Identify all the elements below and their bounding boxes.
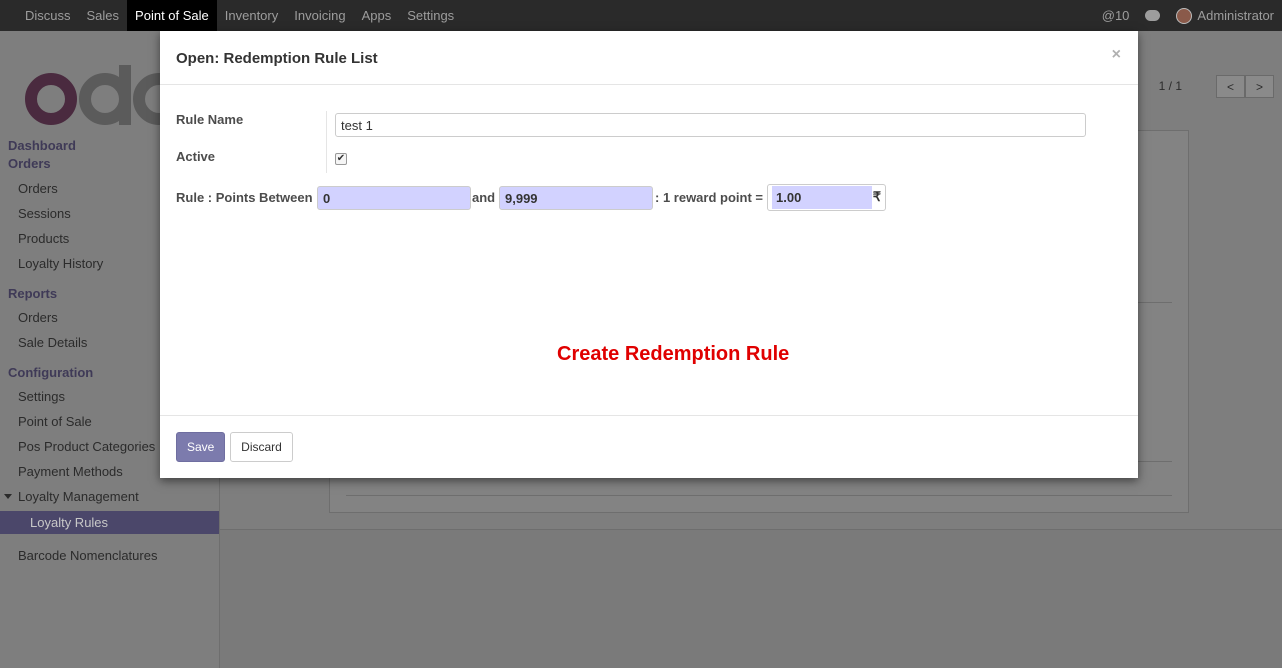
sidebar-item-pos-product-categories[interactable]: Pos Product Categories	[18, 439, 155, 454]
navbar-systray: @10 Administrator	[1086, 0, 1274, 31]
menu-inventory[interactable]: Inventory	[217, 0, 286, 31]
sidebar-item-settings[interactable]: Settings	[18, 389, 65, 404]
close-icon[interactable]: ×	[1112, 46, 1121, 64]
menu-invoicing[interactable]: Invoicing	[286, 0, 353, 31]
menu-apps[interactable]: Apps	[354, 0, 400, 31]
divider	[326, 111, 327, 173]
sidebar-item-sessions[interactable]: Sessions	[18, 206, 71, 221]
sidebar-section-configuration: Configuration	[8, 365, 94, 380]
sidebar-section-orders: Orders	[8, 156, 51, 171]
menu-settings[interactable]: Settings	[399, 0, 462, 31]
points-to-input[interactable]: 9,999	[499, 186, 653, 210]
currency-symbol: ₹	[872, 189, 881, 204]
mentions-counter[interactable]: @10	[1102, 8, 1130, 23]
reward-value-field[interactable]: 1.00 ₹	[767, 184, 886, 211]
avatar	[1176, 7, 1193, 24]
main-menu: Discuss Sales Point of Sale Inventory In…	[0, 0, 462, 31]
active-label: Active	[176, 149, 216, 164]
top-navbar: Discuss Sales Point of Sale Inventory In…	[0, 0, 1282, 31]
sidebar-item-loyalty-rules[interactable]: Loyalty Rules	[0, 511, 219, 534]
reward-point-label: : 1 reward point =	[655, 190, 763, 205]
sidebar-item-sale-details[interactable]: Sale Details	[18, 335, 87, 350]
pager-value: 1 / 1	[1158, 79, 1182, 93]
pager-prev-button[interactable]: <	[1216, 75, 1245, 98]
active-checkbox[interactable]: ✔	[335, 153, 347, 165]
sidebar-item-products[interactable]: Products	[18, 231, 69, 246]
chat-bubble-icon	[1145, 10, 1161, 21]
menu-discuss[interactable]: Discuss	[17, 0, 79, 31]
logo-d-stem	[119, 65, 131, 125]
menu-point-of-sale[interactable]: Point of Sale	[127, 0, 217, 31]
sidebar-item-barcode-nomenclatures[interactable]: Barcode Nomenclatures	[18, 548, 157, 563]
sidebar-item-point-of-sale[interactable]: Point of Sale	[18, 414, 92, 429]
sidebar-item-label: Loyalty Rules	[30, 515, 109, 530]
rule-name-input[interactable]: test 1	[335, 113, 1086, 137]
sidebar-item-loyalty-management[interactable]: Loyalty Management	[18, 489, 139, 504]
save-button[interactable]: Save	[176, 432, 225, 462]
pager-next-button[interactable]: >	[1245, 75, 1274, 98]
sidebar-item-orders[interactable]: Orders	[18, 181, 58, 196]
discard-button[interactable]: Discard	[230, 432, 293, 462]
divider	[346, 495, 1172, 496]
sidebar-dashboard[interactable]: Dashboard	[8, 138, 76, 153]
logo-o	[25, 73, 77, 125]
chat-icon[interactable]	[1145, 10, 1161, 21]
points-from-input[interactable]: 0	[317, 186, 471, 210]
rule-name-label: Rule Name	[176, 112, 244, 127]
modal-body: Rule Name test 1 Active ✔ Rule : Points …	[160, 85, 1138, 415]
menu-sales[interactable]: Sales	[79, 0, 128, 31]
sidebar-item-report-orders[interactable]: Orders	[18, 310, 58, 325]
lower-area	[220, 529, 1282, 668]
pager-buttons: < >	[1216, 75, 1274, 98]
modal-header: Open: Redemption Rule List ×	[160, 31, 1138, 85]
banner-title: Create Redemption Rule	[557, 343, 790, 365]
sidebar-section-reports: Reports	[8, 286, 58, 301]
redemption-rule-dialog: Open: Redemption Rule List × Rule Name t…	[160, 31, 1138, 478]
user-name: Administrator	[1197, 8, 1274, 23]
sidebar-item-loyalty-history[interactable]: Loyalty History	[18, 256, 103, 271]
user-menu[interactable]: Administrator	[1176, 7, 1274, 24]
points-between-label: Rule : Points Between	[176, 190, 313, 205]
reward-value-input[interactable]: 1.00	[772, 186, 872, 209]
sidebar-item-payment-methods[interactable]: Payment Methods	[18, 464, 123, 479]
modal-footer: Save Discard	[160, 415, 1138, 478]
caret-down-icon	[4, 494, 12, 499]
modal-title: Open: Redemption Rule List	[176, 50, 378, 67]
and-label: and	[472, 190, 496, 205]
